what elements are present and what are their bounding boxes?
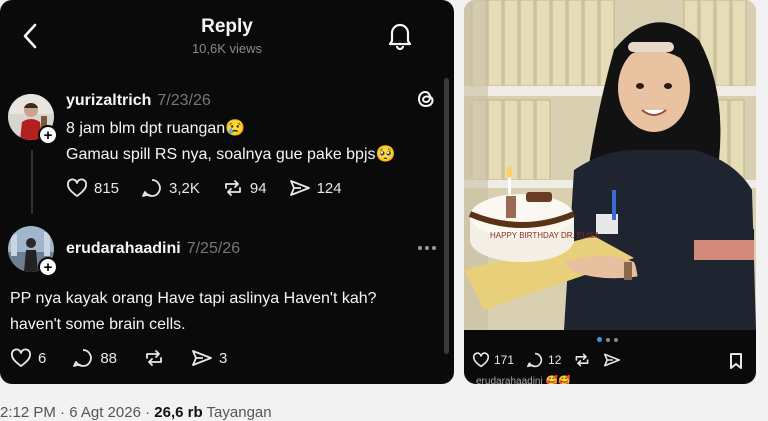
follow-plus-icon[interactable]: + <box>38 125 58 145</box>
post-line: haven't some brain cells. <box>10 316 186 333</box>
comment-count: 88 <box>100 349 118 367</box>
heart-icon <box>67 178 87 197</box>
repost-count: 94 <box>249 179 267 197</box>
share-button[interactable]: 3 <box>191 348 227 368</box>
cake-text: HAPPY BIRTHDAY DR. ELISA <box>490 231 600 240</box>
repost-icon <box>224 180 241 196</box>
heart-icon <box>472 352 490 368</box>
post-actions: 815 3,2K 94 124 <box>66 178 342 198</box>
like-count: 815 <box>94 179 120 197</box>
comment-button[interactable]: 88 <box>72 348 117 368</box>
share-button[interactable] <box>603 352 621 368</box>
repost-button[interactable] <box>143 348 165 368</box>
tweet-time: 2:12 PM · 6 Agt 2026 · <box>0 404 151 421</box>
post-date: 7/25/26 <box>186 240 241 257</box>
tweet-views-count: 26,6 rb <box>154 404 203 421</box>
threads-logo-icon[interactable] <box>415 88 437 110</box>
comment-button[interactable]: 3,2K <box>141 178 200 198</box>
share-count: 124 <box>316 179 342 197</box>
carousel-dot-active <box>597 337 602 342</box>
like-count: 6 <box>38 349 47 367</box>
post-line: 8 jam blm dpt ruangan😢 <box>66 120 246 137</box>
username[interactable]: erudarahaadini <box>66 240 181 257</box>
scrollbar[interactable] <box>444 78 449 354</box>
post-date: 7/23/26 <box>157 92 211 109</box>
bell-icon[interactable] <box>386 20 414 50</box>
post-body: 8 jam blm dpt ruangan😢 Gamau spill RS ny… <box>66 116 395 168</box>
comment-button[interactable]: 12 <box>526 352 561 368</box>
repost-icon <box>146 350 162 366</box>
tweet-meta: 2:12 PM · 6 Agt 2026 · 26,6 rb Tayangan <box>0 404 272 421</box>
comment-count: 12 <box>548 353 562 367</box>
tweet-views-label: Tayangan <box>206 404 272 421</box>
carousel-dots[interactable] <box>597 337 618 342</box>
share-count: 3 <box>219 349 228 367</box>
thread-line <box>31 150 33 214</box>
comment-icon <box>73 349 93 367</box>
post-header: erudarahaadini 7/25/26 <box>66 240 240 258</box>
image-caption: erudarahaadini 🥰🥰 <box>476 376 571 384</box>
username[interactable]: yurizaltrich <box>66 92 151 109</box>
more-options-icon[interactable] <box>416 244 438 252</box>
repost-icon <box>575 353 589 367</box>
post-photo[interactable]: HAPPY BIRTHDAY DR. ELISA <box>464 0 756 330</box>
like-button[interactable]: 815 <box>66 178 119 198</box>
send-icon <box>604 353 621 367</box>
share-button[interactable]: 124 <box>289 178 342 198</box>
like-button[interactable]: 6 <box>10 348 46 368</box>
post-line: PP nya kayak orang Have tapi aslinya Hav… <box>10 290 377 307</box>
reply-panel: Reply 10,6K views + yurizaltrich 7/23/26 … <box>0 0 454 384</box>
image-post-actions: 171 12 <box>472 352 621 368</box>
follow-plus-icon[interactable]: + <box>38 257 58 277</box>
send-icon <box>289 180 310 196</box>
post-line: Gamau spill RS nya, soalnya gue pake bpj… <box>66 146 396 163</box>
send-icon <box>192 350 212 366</box>
comment-count: 3,2K <box>169 179 200 197</box>
like-count: 171 <box>494 353 515 367</box>
carousel-dot <box>614 338 618 342</box>
bookmark-icon[interactable] <box>728 352 744 370</box>
comment-icon <box>142 179 161 197</box>
post-actions: 6 88 3 <box>10 348 227 368</box>
heart-icon <box>11 348 31 367</box>
post-header: yurizaltrich 7/23/26 <box>66 92 211 110</box>
repost-button[interactable]: 94 <box>222 178 267 198</box>
comment-icon <box>527 352 543 368</box>
like-button[interactable]: 171 <box>472 352 514 368</box>
repost-button[interactable] <box>573 352 591 368</box>
post-body: PP nya kayak orang Have tapi aslinya Hav… <box>10 286 377 338</box>
image-post-card: HAPPY BIRTHDAY DR. ELISA 171 12 erudarah… <box>464 0 756 384</box>
carousel-dot <box>606 338 610 342</box>
